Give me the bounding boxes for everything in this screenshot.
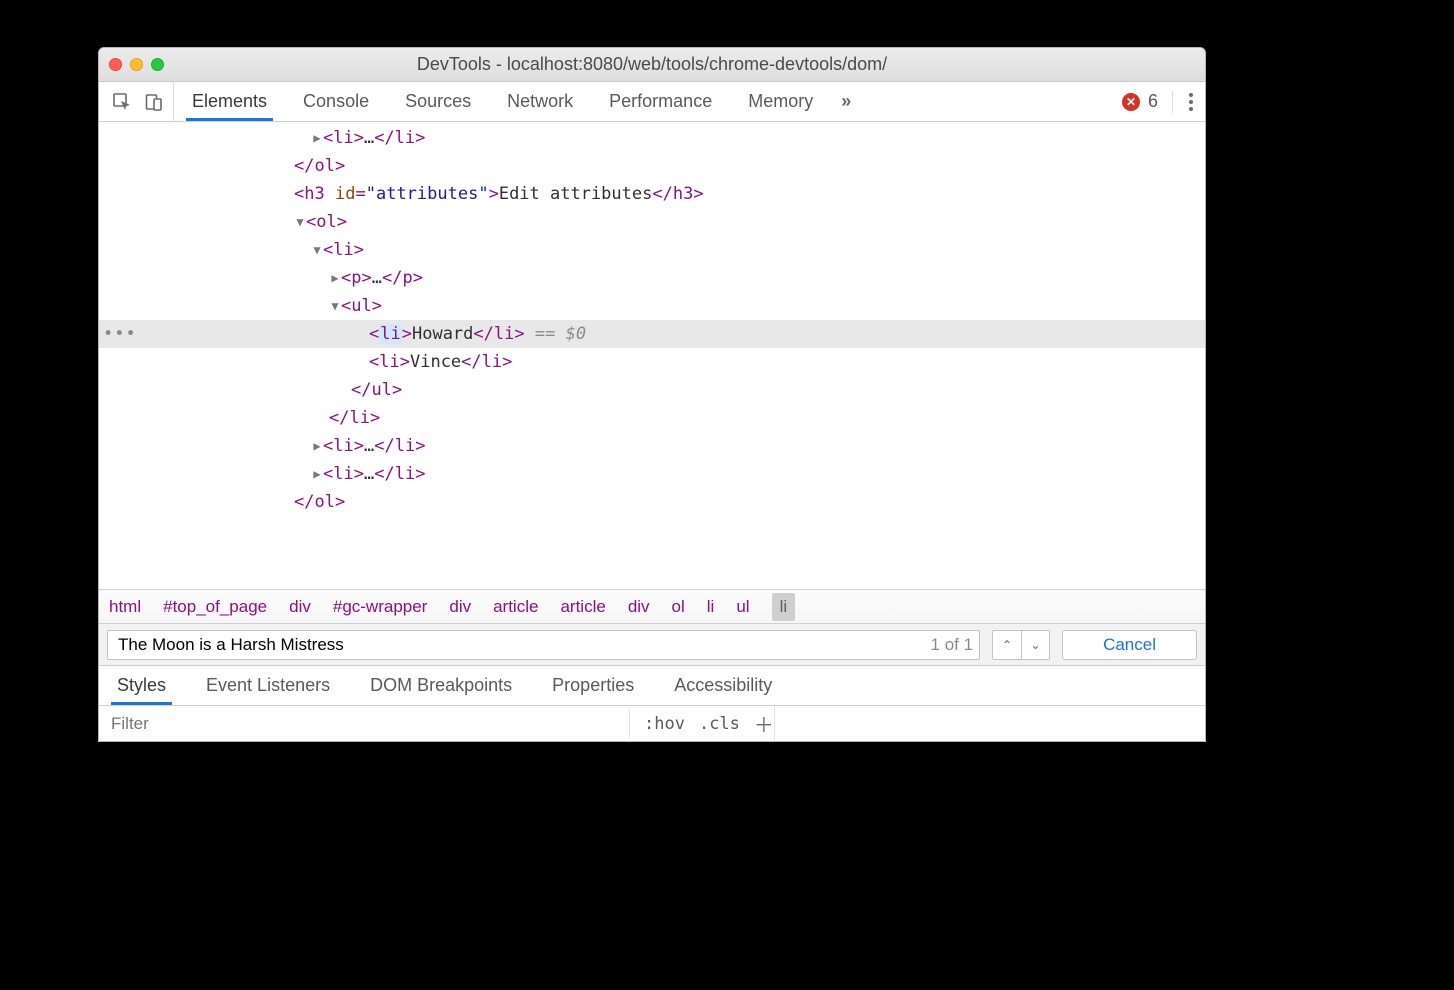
subtab-properties[interactable]: Properties	[538, 666, 648, 705]
tab-network[interactable]: Network	[489, 82, 591, 121]
device-toolbar-icon[interactable]	[141, 89, 167, 115]
new-style-rule-icon[interactable]: ＋	[754, 709, 774, 738]
tree-row[interactable]: </ol>	[99, 488, 1205, 516]
crumb-div2[interactable]: div	[449, 597, 471, 617]
tab-sources[interactable]: Sources	[387, 82, 489, 121]
zoom-icon[interactable]	[151, 58, 164, 71]
tabs-overflow-button[interactable]: »	[831, 82, 861, 121]
subtab-event-listeners[interactable]: Event Listeners	[192, 666, 344, 705]
cancel-button[interactable]: Cancel	[1062, 630, 1197, 660]
tree-row[interactable]: ▶<li>…</li>	[99, 432, 1205, 460]
tree-row[interactable]: <li>Vince</li>	[99, 348, 1205, 376]
search-nav: ⌃ ⌄	[992, 630, 1050, 660]
search-next-button[interactable]: ⌄	[1021, 631, 1049, 659]
inspect-element-icon[interactable]	[109, 89, 135, 115]
crumb-li[interactable]: li	[707, 597, 715, 617]
separator	[1172, 91, 1173, 113]
tab-memory[interactable]: Memory	[730, 82, 831, 121]
search-input[interactable]	[116, 634, 931, 656]
settings-kebab-icon[interactable]	[1187, 91, 1195, 113]
devtools-toolbar: Elements Console Sources Network Perform…	[99, 82, 1205, 122]
tree-row[interactable]: ▼<ol>	[99, 208, 1205, 236]
subtab-dom-breakpoints[interactable]: DOM Breakpoints	[356, 666, 526, 705]
close-icon[interactable]	[109, 58, 122, 71]
elements-panel[interactable]: ▶<li>…</li> </ol> <h3 id="attributes">Ed…	[99, 122, 1205, 589]
crumb-html[interactable]: html	[109, 597, 141, 617]
traffic-lights	[109, 58, 164, 71]
crumb-div3[interactable]: div	[628, 597, 650, 617]
breadcrumb: html #top_of_page div #gc-wrapper div ar…	[99, 589, 1205, 623]
cls-toggle[interactable]: .cls	[699, 714, 740, 734]
devtools-window: DevTools - localhost:8080/web/tools/chro…	[98, 47, 1206, 742]
window-titlebar: DevTools - localhost:8080/web/tools/chro…	[99, 48, 1205, 82]
minimize-icon[interactable]	[130, 58, 143, 71]
crumb-li-selected[interactable]: li	[772, 593, 796, 621]
tree-row[interactable]: ▶<p>…</p>	[99, 264, 1205, 292]
tab-performance[interactable]: Performance	[591, 82, 730, 121]
panel-tabs: Elements Console Sources Network Perform…	[174, 82, 831, 121]
crumb-ol[interactable]: ol	[672, 597, 685, 617]
crumb-ul[interactable]: ul	[736, 597, 749, 617]
tree-row[interactable]: ▶<li>…</li>	[99, 124, 1205, 152]
styles-toolbar: :hov .cls ＋	[99, 705, 1205, 741]
search-result-count: 1 of 1	[931, 635, 974, 655]
tree-row-selected[interactable]: ••• <li>Howard</li> == $0	[99, 320, 1205, 348]
crumb-gcwrap[interactable]: #gc-wrapper	[333, 597, 428, 617]
crumb-article[interactable]: article	[493, 597, 538, 617]
subtab-accessibility[interactable]: Accessibility	[660, 666, 786, 705]
search-bar: 1 of 1 ⌃ ⌄ Cancel	[99, 623, 1205, 665]
tree-row[interactable]: ▼<ul>	[99, 292, 1205, 320]
crumb-top[interactable]: #top_of_page	[163, 597, 267, 617]
tree-row[interactable]: <h3 id="attributes">Edit attributes</h3>	[99, 180, 1205, 208]
styles-tabs: Styles Event Listeners DOM Breakpoints P…	[99, 665, 1205, 705]
search-prev-button[interactable]: ⌃	[993, 631, 1021, 659]
tree-row[interactable]: </ol>	[99, 152, 1205, 180]
tab-elements[interactable]: Elements	[174, 82, 285, 121]
error-count: 6	[1148, 91, 1158, 112]
tree-row[interactable]: ▼<li>	[99, 236, 1205, 264]
tree-row[interactable]: </li>	[99, 404, 1205, 432]
crumb-article2[interactable]: article	[560, 597, 605, 617]
row-actions-icon[interactable]: •••	[103, 320, 137, 348]
hov-toggle[interactable]: :hov	[644, 714, 685, 734]
tree-row[interactable]: </ul>	[99, 376, 1205, 404]
styles-filter-input[interactable]	[109, 713, 619, 735]
tab-console[interactable]: Console	[285, 82, 387, 121]
tree-row[interactable]: ▶<li>…</li>	[99, 460, 1205, 488]
crumb-div[interactable]: div	[289, 597, 311, 617]
subtab-styles[interactable]: Styles	[103, 666, 180, 705]
window-title: DevTools - localhost:8080/web/tools/chro…	[99, 54, 1205, 75]
styles-sidebar-split	[774, 706, 1205, 741]
error-icon[interactable]: ✕	[1122, 93, 1140, 111]
